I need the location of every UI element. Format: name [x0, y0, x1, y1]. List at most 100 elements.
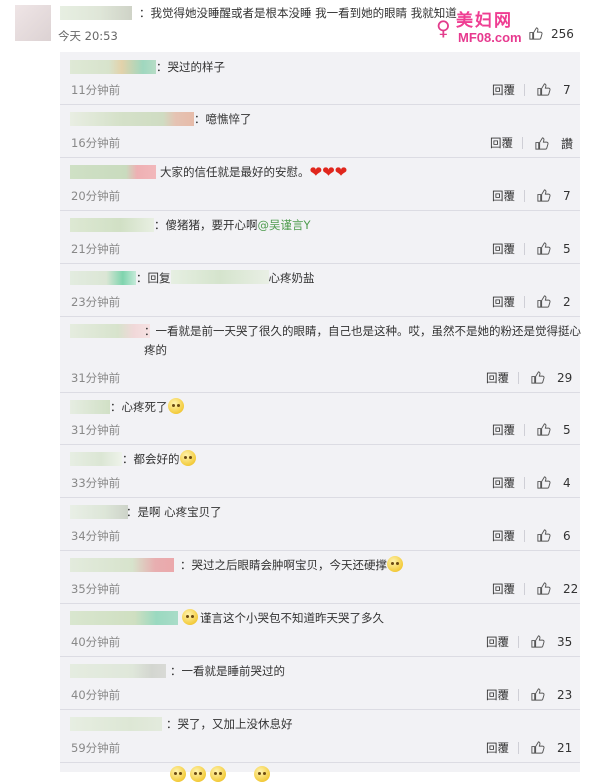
like-button[interactable]: 29 [530, 370, 572, 385]
comment-time: 31分钟前 [71, 371, 121, 385]
reply-button[interactable]: 回覆 [486, 634, 509, 650]
like-button[interactable]: 5 [536, 422, 571, 437]
comment-text: ：回复 心疼奶盐 [136, 269, 315, 288]
reply-button[interactable]: 回覆 [486, 370, 509, 386]
reply-button[interactable]: 回覆 [492, 82, 515, 98]
reply-button[interactable]: 回覆 [490, 135, 513, 151]
like-button[interactable]: 5 [536, 241, 571, 256]
like-count: 21 [557, 740, 573, 755]
commenter-name-blurred[interactable] [70, 558, 174, 572]
reply-button[interactable]: 回覆 [486, 687, 509, 703]
comment-text-body: ：都会好的 [122, 452, 180, 466]
commenter-name-blurred[interactable] [70, 611, 178, 625]
commenter-name-blurred[interactable] [70, 505, 128, 519]
watermark-figure-icon: ♀ [436, 16, 451, 40]
like-button[interactable]: 2 [536, 294, 571, 309]
divider [524, 190, 525, 202]
reply-button[interactable]: 回覆 [486, 740, 509, 756]
commenter-name-blurred[interactable] [70, 218, 154, 232]
commenter-name-blurred[interactable] [70, 271, 136, 285]
watermark-text: 美妇网 [456, 11, 513, 31]
comment-text: ：一看就是前一天哭了很久的眼睛，自己也是这种。哎，虽然不是她的粉还是觉得挺心疼的 [144, 324, 581, 357]
reply-button[interactable]: 回覆 [492, 241, 515, 257]
comment-time: 59分钟前 [71, 741, 121, 755]
like-count: 讚 [561, 137, 574, 151]
heart-icon: ❤ [322, 163, 335, 181]
commenter-name-blurred[interactable] [70, 165, 156, 179]
comment-text: ：是啊 心疼宝贝了 [126, 505, 222, 519]
commenter-name-blurred[interactable] [70, 400, 110, 414]
like-button[interactable]: 23 [530, 687, 572, 702]
comment-time: 11分钟前 [71, 83, 121, 97]
like-button[interactable]: 4 [536, 475, 571, 490]
list-item: 大家的信任就是最好的安慰。❤❤❤ 20分钟前 回覆 7 [60, 157, 580, 211]
divider [522, 137, 523, 149]
comment-text-body: ：哭过之后眼睛会肿啊宝贝，今天还硬撑 [180, 558, 387, 572]
divider [524, 583, 525, 595]
divider [518, 636, 519, 648]
commenter-name-blurred[interactable] [70, 664, 166, 678]
comment-text: ：傻猪猪，要开心啊@吴谨言Y [154, 216, 311, 235]
thumbs-up-icon [537, 83, 551, 96]
divider [524, 477, 525, 489]
mention-blurred[interactable] [170, 270, 269, 284]
divider [518, 689, 519, 701]
heart-icon: ❤ [309, 163, 323, 181]
next-comment-partial [170, 764, 330, 782]
comment-time: 35分钟前 [71, 582, 121, 596]
like-button[interactable]: 7 [536, 82, 571, 97]
like-button[interactable]: 讚 [534, 135, 573, 152]
list-item: ：噫憔悴了 16分钟前 回覆 讚 [60, 104, 580, 158]
post-like-button[interactable]: 256 [528, 26, 574, 41]
smiley-icon [182, 609, 198, 625]
commenter-name-blurred[interactable] [70, 60, 156, 74]
commenter-name-blurred[interactable] [70, 324, 150, 338]
commenter-name-blurred[interactable] [70, 717, 162, 731]
thumbs-up-icon [531, 688, 545, 701]
thumbs-up-icon [537, 423, 551, 436]
divider [524, 530, 525, 542]
like-button[interactable]: 6 [536, 528, 571, 543]
comment-text-body: 谨言这个小哭包不知道昨天哭了多久 [200, 611, 384, 625]
comment-text: ：噫憔悴了 [194, 112, 252, 126]
comment-time: 21分钟前 [71, 242, 121, 256]
thumbs-up-icon [535, 137, 549, 150]
like-count: 7 [563, 82, 571, 97]
avatar[interactable] [15, 5, 51, 41]
list-item: 谨言这个小哭包不知道昨天哭了多久 40分钟前 回覆 35 [60, 603, 580, 657]
post-like-count: 256 [551, 26, 574, 41]
username-blurred[interactable] [60, 6, 132, 20]
comment-list: ：哭过的样子 11分钟前 回覆 7 ：噫憔悴了 16分钟前 回覆 讚 大家的信任… [60, 52, 581, 782]
list-item: ：回复 心疼奶盐 23分钟前 回覆 2 [60, 263, 580, 317]
like-button[interactable]: 35 [530, 634, 572, 649]
reply-button[interactable]: 回覆 [492, 475, 515, 491]
like-button[interactable]: 7 [536, 188, 571, 203]
smiley-icon [190, 766, 206, 782]
reply-button[interactable]: 回覆 [492, 294, 515, 310]
mention-link[interactable]: @吴谨言Y [258, 218, 311, 232]
divider [524, 84, 525, 96]
comment-time: 31分钟前 [71, 423, 121, 437]
commenter-name-blurred[interactable] [70, 452, 122, 466]
reply-button[interactable]: 回覆 [492, 188, 515, 204]
comment-text: ：哭过之后眼睛会肿啊宝贝，今天还硬撑 [180, 556, 403, 575]
comment-text: ：都会好的 [122, 450, 196, 469]
comment-time: 40分钟前 [71, 635, 121, 649]
sad-face-icon [387, 556, 403, 572]
reply-button[interactable]: 回覆 [492, 528, 515, 544]
list-item: ：一看就是前一天哭了很久的眼睛，自己也是这种。哎，虽然不是她的粉还是觉得挺心疼的… [60, 316, 581, 393]
like-count: 29 [557, 370, 573, 385]
commenter-name-blurred[interactable] [70, 112, 194, 126]
comment-text-tail: 心疼奶盐 [268, 271, 315, 285]
list-item: ：哭过之后眼睛会肿啊宝贝，今天还硬撑 35分钟前 回覆 22 [60, 550, 580, 604]
like-button[interactable]: 22 [536, 581, 578, 596]
like-count: 23 [557, 687, 573, 702]
thumbs-up-icon [529, 27, 543, 40]
list-item: ：都会好的 33分钟前 回覆 4 [60, 444, 580, 498]
reply-button[interactable]: 回覆 [492, 581, 515, 597]
list-item: ：哭过的样子 11分钟前 回覆 7 [60, 52, 580, 105]
reply-button[interactable]: 回覆 [492, 422, 515, 438]
comment-text: 谨言这个小哭包不知道昨天哭了多久 [182, 609, 384, 628]
comment-time: 33分钟前 [71, 476, 121, 490]
like-button[interactable]: 21 [530, 740, 572, 755]
